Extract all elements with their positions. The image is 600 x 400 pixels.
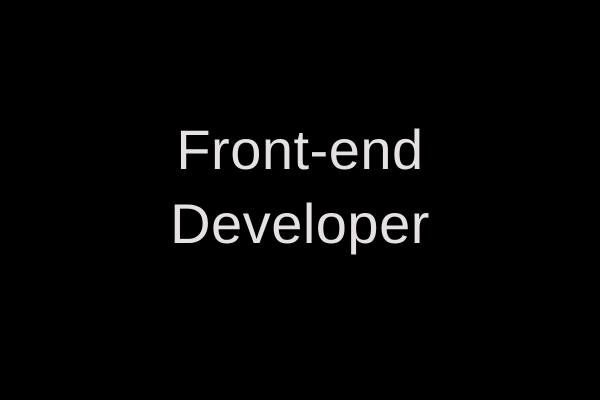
title-card: Front-end Developer	[0, 0, 600, 400]
job-title: Front-end Developer	[0, 113, 600, 261]
job-title-line-2: Developer	[170, 192, 430, 255]
job-title-line-1: Front-end	[176, 118, 424, 181]
